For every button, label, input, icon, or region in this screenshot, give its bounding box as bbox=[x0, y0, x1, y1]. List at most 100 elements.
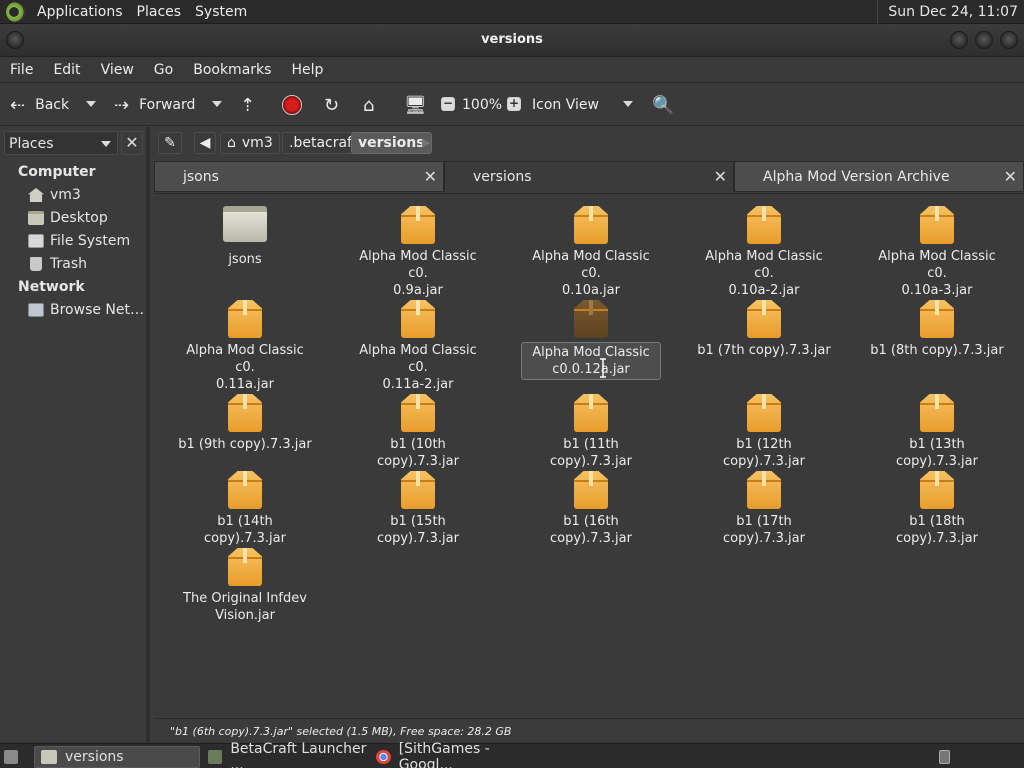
desktop-folder-icon bbox=[28, 211, 44, 225]
taskbar-item-versions[interactable]: versions bbox=[34, 746, 200, 768]
clock[interactable]: Sun Dec 24, 11:07 bbox=[877, 0, 1024, 24]
forward-arrow-icon: ⇢ bbox=[114, 94, 130, 116]
taskbar-item-betacraft[interactable]: BetaCraft Launcher ... bbox=[202, 741, 368, 768]
places-menu[interactable]: Places bbox=[130, 4, 189, 20]
home-folder-icon bbox=[28, 188, 44, 202]
file-item[interactable]: The Original Infdev Vision.jar bbox=[175, 548, 315, 624]
forward-label: Forward bbox=[139, 97, 196, 113]
menu-file[interactable]: File bbox=[0, 62, 43, 78]
chevron-right-icon[interactable]: ▶ bbox=[422, 136, 430, 149]
zoom-in-button[interactable]: + bbox=[507, 97, 521, 111]
zoom-level: 100% bbox=[462, 97, 503, 113]
view-mode-dropdown-icon[interactable] bbox=[623, 101, 633, 107]
breadcrumb-back-button[interactable]: ◀ bbox=[194, 132, 216, 154]
breadcrumb-versions[interactable]: versions bbox=[351, 132, 432, 154]
tab-jsons[interactable]: jsons ✕ bbox=[154, 161, 444, 192]
taskbar: versions BetaCraft Launcher ... [SithGam… bbox=[0, 741, 1024, 768]
file-item[interactable]: b1 (14th copy).7.3.jar bbox=[175, 471, 315, 547]
jar-package-icon bbox=[228, 300, 262, 338]
reload-button[interactable]: ↻ bbox=[324, 93, 349, 117]
window-title: versions bbox=[481, 32, 543, 47]
file-item[interactable]: b1 (16th copy).7.3.jar bbox=[521, 471, 661, 547]
menu-edit[interactable]: Edit bbox=[43, 62, 90, 78]
reload-icon: ↻ bbox=[324, 94, 340, 116]
file-item[interactable]: b1 (8th copy).7.3.jar bbox=[867, 300, 1007, 359]
system-menu[interactable]: System bbox=[188, 4, 254, 20]
file-item[interactable]: b1 (18th copy).7.3.jar bbox=[867, 471, 1007, 547]
breadcrumb: ✎ ◀ ⌂ vm3 .betacraft versions ▶ bbox=[154, 127, 1024, 160]
file-item[interactable]: b1 (10th copy).7.3.jar bbox=[348, 394, 488, 470]
top-panel: Applications Places System Sun Dec 24, 1… bbox=[0, 0, 1024, 24]
jar-package-icon bbox=[401, 300, 435, 338]
window-titlebar[interactable]: versions bbox=[0, 24, 1024, 57]
sidebar-mode-select[interactable]: Places bbox=[4, 131, 118, 155]
file-item[interactable]: Alpha Mod Classic c0. 0.11a.jar bbox=[175, 300, 315, 393]
jar-package-icon bbox=[920, 394, 954, 432]
sidebar-item-desktop[interactable]: Desktop bbox=[28, 210, 108, 226]
file-item[interactable]: Alpha Mod Classic c0. 0.9a.jar bbox=[348, 206, 488, 299]
breadcrumb-vm3[interactable]: ⌂ vm3 bbox=[220, 132, 280, 154]
back-label: Back bbox=[35, 97, 70, 113]
close-button[interactable] bbox=[1000, 31, 1018, 49]
up-button[interactable]: ⇡ bbox=[240, 93, 265, 117]
jar-package-icon bbox=[747, 471, 781, 509]
tab-versions[interactable]: versions ✕ bbox=[444, 161, 734, 192]
minimize-button[interactable] bbox=[950, 31, 968, 49]
file-item[interactable]: b1 (13th copy).7.3.jar bbox=[867, 394, 1007, 470]
applications-menu[interactable]: Applications bbox=[30, 4, 130, 20]
desktop-icon bbox=[4, 750, 18, 764]
maximize-button[interactable] bbox=[975, 31, 993, 49]
menu-help[interactable]: Help bbox=[281, 62, 333, 78]
show-desktop-button[interactable] bbox=[0, 746, 26, 768]
sidebar-item-file-system[interactable]: File System bbox=[28, 233, 130, 249]
file-item[interactable]: Alpha Mod Classic c0. 0.10a.jar bbox=[521, 206, 661, 299]
file-icon-view[interactable]: jsons Alpha Mod Classic c0. 0.9a.jar Alp… bbox=[154, 193, 1024, 717]
file-item[interactable]: Alpha Mod Classic c0. 0.10a-2.jar bbox=[694, 206, 834, 299]
betacraft-icon bbox=[208, 750, 223, 764]
jar-package-icon bbox=[401, 394, 435, 432]
distro-logo-icon[interactable] bbox=[6, 1, 26, 22]
view-mode-select[interactable]: Icon View bbox=[532, 93, 599, 117]
back-history-dropdown[interactable] bbox=[86, 101, 96, 107]
file-item-folder[interactable]: jsons bbox=[175, 206, 315, 268]
close-tab-icon[interactable]: ✕ bbox=[424, 167, 437, 186]
edit-icon: ✎ bbox=[164, 134, 176, 151]
file-item[interactable]: b1 (9th copy).7.3.jar bbox=[175, 394, 315, 453]
sidebar-item-trash[interactable]: Trash bbox=[28, 256, 87, 272]
file-item[interactable]: b1 (15th copy).7.3.jar bbox=[348, 471, 488, 547]
file-item[interactable]: b1 (7th copy).7.3.jar bbox=[694, 300, 834, 359]
home-icon: ⌂ bbox=[363, 94, 375, 116]
close-tab-icon[interactable]: ✕ bbox=[714, 167, 727, 186]
tab-alpha-mod-version-archive[interactable]: Alpha Mod Version Archive ✕ bbox=[734, 161, 1024, 192]
file-item[interactable]: b1 (17th copy).7.3.jar bbox=[694, 471, 834, 547]
taskbar-item-chrome[interactable]: [SithGames - Googl... bbox=[370, 741, 536, 768]
sidebar-item-browse-network[interactable]: Browse Net… bbox=[28, 302, 144, 318]
file-item[interactable]: b1 (11th copy).7.3.jar bbox=[521, 394, 661, 470]
computer-button[interactable]: 🖥 bbox=[404, 93, 437, 117]
search-button[interactable]: 🔍 bbox=[652, 93, 684, 117]
file-item-hovered[interactable]: Alpha Mod Classic c0.0.12a.jar bbox=[521, 300, 661, 380]
jar-package-icon bbox=[574, 206, 608, 244]
menubar: File Edit View Go Bookmarks Help bbox=[0, 57, 1024, 83]
workspace-switcher[interactable] bbox=[936, 746, 958, 768]
menu-bookmarks[interactable]: Bookmarks bbox=[183, 62, 281, 78]
sidebar-item-vm3[interactable]: vm3 bbox=[28, 187, 81, 203]
chevron-down-icon bbox=[101, 141, 111, 147]
forward-button[interactable]: ⇢ Forward bbox=[114, 93, 195, 117]
file-item[interactable]: Alpha Mod Classic c0. 0.10a-3.jar bbox=[867, 206, 1007, 299]
menu-view[interactable]: View bbox=[91, 62, 144, 78]
toggle-location-entry-button[interactable]: ✎ bbox=[158, 132, 182, 154]
file-item[interactable]: b1 (12th copy).7.3.jar bbox=[694, 394, 834, 470]
forward-history-dropdown[interactable] bbox=[212, 101, 222, 107]
back-button[interactable]: ⇠ Back bbox=[10, 93, 69, 117]
menu-go[interactable]: Go bbox=[144, 62, 183, 78]
jar-package-icon bbox=[574, 300, 608, 338]
stop-icon[interactable] bbox=[282, 95, 302, 115]
home-button[interactable]: ⌂ bbox=[363, 93, 384, 117]
file-item[interactable]: Alpha Mod Classic c0. 0.11a-2.jar bbox=[348, 300, 488, 393]
zoom-out-button[interactable]: − bbox=[441, 97, 455, 111]
sidebar-close-button[interactable]: ✕ bbox=[121, 131, 143, 155]
folder-icon bbox=[223, 206, 267, 242]
close-tab-icon[interactable]: ✕ bbox=[1004, 167, 1017, 186]
workspace-icon bbox=[939, 750, 950, 764]
